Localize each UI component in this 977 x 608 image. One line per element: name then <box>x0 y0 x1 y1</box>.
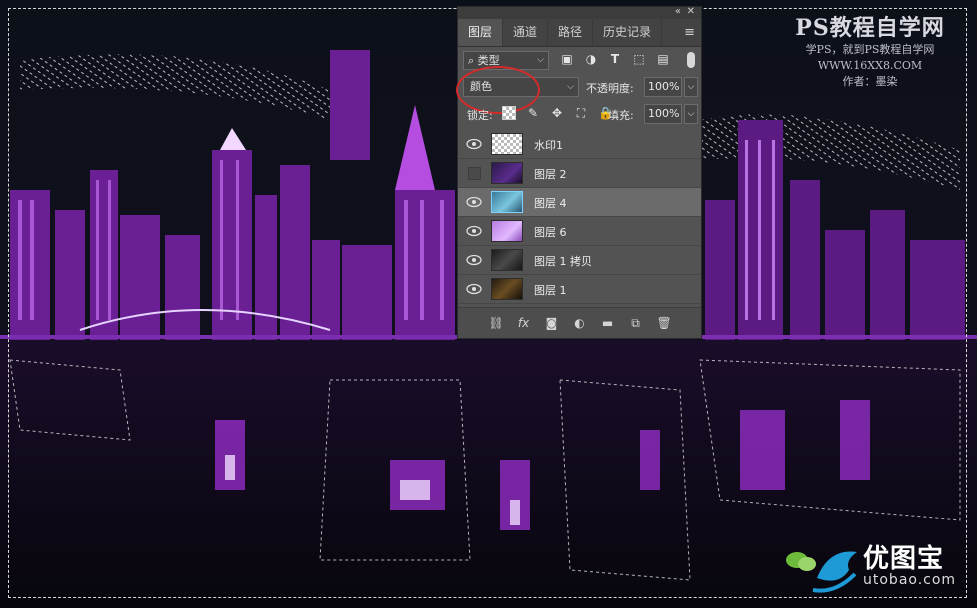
logo-url: utobao.com <box>863 572 957 588</box>
image-filter-icon[interactable]: ▣ <box>560 52 574 66</box>
watermark-line3: 作者：墨染 <box>842 75 898 88</box>
opacity-label: 不透明度: <box>586 82 634 95</box>
layers-panel: « ✕ 图层 通道 路径 历史记录 ≡ ⌕ 类型 ⌵ ▣ ◑ T ⬚ ▤ 颜色 … <box>456 6 702 339</box>
watermark-line2: WWW.16XX8.COM <box>817 59 923 72</box>
close-icon[interactable]: ✕ <box>687 6 695 17</box>
new-layer-icon[interactable]: ⧉ <box>629 316 643 330</box>
panel-bottom-toolbar: ⛓ fx ◙ ◐ ▬ ⧉ 🗑 <box>458 307 701 338</box>
eye-icon[interactable] <box>466 224 482 238</box>
opacity-input[interactable]: 100% <box>644 77 682 97</box>
watermark: PS教程自学网 学PS，就到PS教程自学网 WWW.16XX8.COM 作者：墨… <box>775 10 965 90</box>
site-logo: 优图宝 utobao.com <box>809 534 969 600</box>
layer-thumbnail <box>491 162 523 184</box>
lock-artboard-icon[interactable]: ⛶ <box>574 106 588 120</box>
lock-position-icon[interactable]: ✥ <box>550 106 564 120</box>
layer-row-selected[interactable]: 图层 4 <box>458 188 701 217</box>
eye-icon[interactable] <box>466 195 482 209</box>
collapse-icon[interactable]: « <box>675 6 681 17</box>
fill-input[interactable]: 100% <box>644 104 682 124</box>
tab-layers[interactable]: 图层 <box>458 19 504 46</box>
watermark-title: PS教程自学网 <box>795 15 945 41</box>
filter-row: ⌕ 类型 ⌵ ▣ ◑ T ⬚ ▤ <box>458 47 701 74</box>
layer-row[interactable]: 水印1 <box>458 130 701 159</box>
layer-row[interactable]: 图层 2 <box>458 159 701 188</box>
tab-channels[interactable]: 通道 <box>503 19 549 46</box>
layer-name: 图层 2 <box>534 168 567 181</box>
folder-icon[interactable]: ▬ <box>601 316 615 330</box>
lock-label: 锁定: <box>467 109 493 122</box>
blend-row: 颜色 ⌵ 不透明度: 100% ⌵ <box>456 66 701 114</box>
visibility-toggle-empty[interactable] <box>468 167 481 180</box>
filter-icons: ▣ ◑ T ⬚ ▤ <box>560 52 670 66</box>
layer-name: 图层 1 拷贝 <box>534 255 592 268</box>
chevron-down-icon: ⌵ <box>537 55 544 65</box>
tab-history[interactable]: 历史记录 <box>593 19 663 46</box>
eye-icon[interactable] <box>466 253 482 267</box>
panel-titlebar[interactable]: « ✕ <box>458 6 701 19</box>
add-mask-icon[interactable]: ◙ <box>545 316 559 330</box>
layer-thumbnail <box>491 278 523 300</box>
filter-toggle[interactable] <box>687 52 695 68</box>
panel-menu-icon[interactable]: ≡ <box>684 19 695 46</box>
layer-name: 图层 1 <box>534 284 567 297</box>
eye-icon[interactable] <box>466 282 482 296</box>
lock-transparency-icon[interactable] <box>502 106 516 120</box>
chevron-down-icon[interactable]: ⌵ <box>684 104 698 124</box>
layer-row[interactable]: 图层 1 <box>458 275 701 304</box>
layer-thumbnail <box>491 191 523 213</box>
adjustment-layer-icon[interactable]: ◐ <box>573 316 587 330</box>
link-layers-icon[interactable]: ⛓ <box>489 316 504 330</box>
layer-row[interactable]: 图层 6 <box>458 217 701 246</box>
smart-object-filter-icon[interactable]: ▤ <box>656 52 670 66</box>
layer-list: 水印1 图层 2 图层 4 图层 6 图层 1 拷贝 图层 1 <box>458 130 701 304</box>
lock-pixels-icon[interactable]: ✎ <box>526 106 540 120</box>
layer-thumbnail <box>491 249 523 271</box>
chevron-down-icon[interactable]: ⌵ <box>684 77 698 97</box>
layer-thumbnail <box>491 133 523 155</box>
layer-thumbnail <box>491 220 523 242</box>
tab-paths[interactable]: 路径 <box>548 19 594 46</box>
layer-filter-select[interactable]: ⌕ 类型 ⌵ <box>463 51 549 70</box>
layer-name: 图层 6 <box>534 226 567 239</box>
type-filter-icon[interactable]: T <box>608 52 622 66</box>
trash-icon[interactable]: 🗑 <box>657 316 672 330</box>
panel-tabs: 图层 通道 路径 历史记录 ≡ <box>458 19 701 47</box>
layer-row[interactable]: 图层 1 拷贝 <box>458 246 701 275</box>
watermark-line1: 学PS，就到PS教程自学网 <box>805 43 935 56</box>
layer-name: 水印1 <box>534 139 563 152</box>
lock-row: 锁定: ✎ ✥ ⛶ 🔒 填充: 100% ⌵ <box>458 101 701 128</box>
layer-name: 图层 4 <box>534 197 567 210</box>
blend-mode-value: 颜色 <box>470 80 492 93</box>
eye-icon[interactable] <box>466 137 482 151</box>
shape-filter-icon[interactable]: ⬚ <box>632 52 646 66</box>
adjustment-filter-icon[interactable]: ◑ <box>584 52 598 66</box>
filter-kind-label: 类型 <box>477 54 500 67</box>
fx-icon[interactable]: fx <box>517 316 531 330</box>
search-icon: ⌕ <box>468 54 475 67</box>
fill-label: 填充: <box>608 109 634 122</box>
lock-icons: ✎ ✥ ⛶ 🔒 <box>502 106 613 120</box>
blend-mode-select[interactable]: 颜色 ⌵ <box>463 77 579 97</box>
bird-icon <box>812 551 857 593</box>
chevron-down-icon: ⌵ <box>567 82 574 92</box>
logo-title: 优图宝 <box>863 544 945 574</box>
